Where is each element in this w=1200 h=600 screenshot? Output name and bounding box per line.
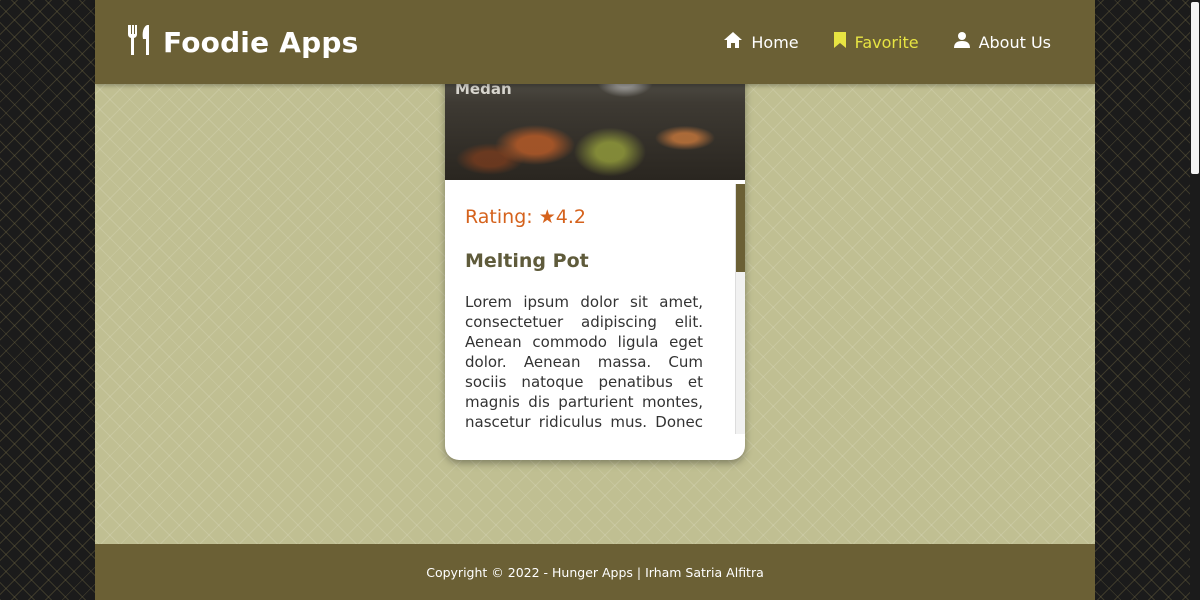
rating-value: ★4.2 (538, 206, 586, 228)
fork-knife-icon (125, 23, 155, 61)
card-scrollbar[interactable] (735, 184, 745, 434)
restaurant-name[interactable]: Melting Pot (465, 250, 703, 272)
card-scrollbar-thumb[interactable] (736, 184, 745, 272)
copyright-text: Copyright © 2022 - Hunger Apps | Irham S… (426, 564, 764, 580)
rating-label: Rating: (465, 206, 533, 228)
restaurant-description: Lorem ipsum dolor sit amet, consectetuer… (465, 293, 703, 434)
user-icon (953, 31, 979, 53)
home-icon (723, 31, 751, 53)
app-footer: Copyright © 2022 - Hunger Apps | Irham S… (95, 544, 1095, 600)
nav-home-label: Home (751, 32, 799, 52)
window-scrollbar-thumb[interactable] (1191, 2, 1199, 174)
bookmark-icon (833, 31, 855, 53)
restaurant-rating: Rating: ★4.2 (465, 206, 703, 228)
app-logo[interactable]: Foodie Apps (125, 23, 358, 61)
app-title: Foodie Apps (163, 25, 359, 59)
nav-about-label: About Us (978, 32, 1051, 52)
restaurant-card-body: Rating: ★4.2 Melting Pot Lorem ipsum dol… (445, 184, 745, 434)
restaurant-card[interactable]: Medan Rating: ★4.2 Melting Pot Lorem ips… (445, 40, 745, 460)
nav-favorite[interactable]: Favorite (833, 31, 919, 53)
app-header: Foodie Apps Home Favorite About Us (95, 0, 1095, 84)
window-scrollbar[interactable] (1190, 0, 1200, 600)
nav-home[interactable]: Home (723, 31, 799, 53)
nav-about[interactable]: About Us (953, 31, 1051, 53)
nav-favorite-label: Favorite (854, 32, 919, 52)
main-content: Medan Rating: ★4.2 Melting Pot Lorem ips… (95, 0, 1095, 600)
main-nav: Home Favorite About Us (689, 31, 1051, 53)
